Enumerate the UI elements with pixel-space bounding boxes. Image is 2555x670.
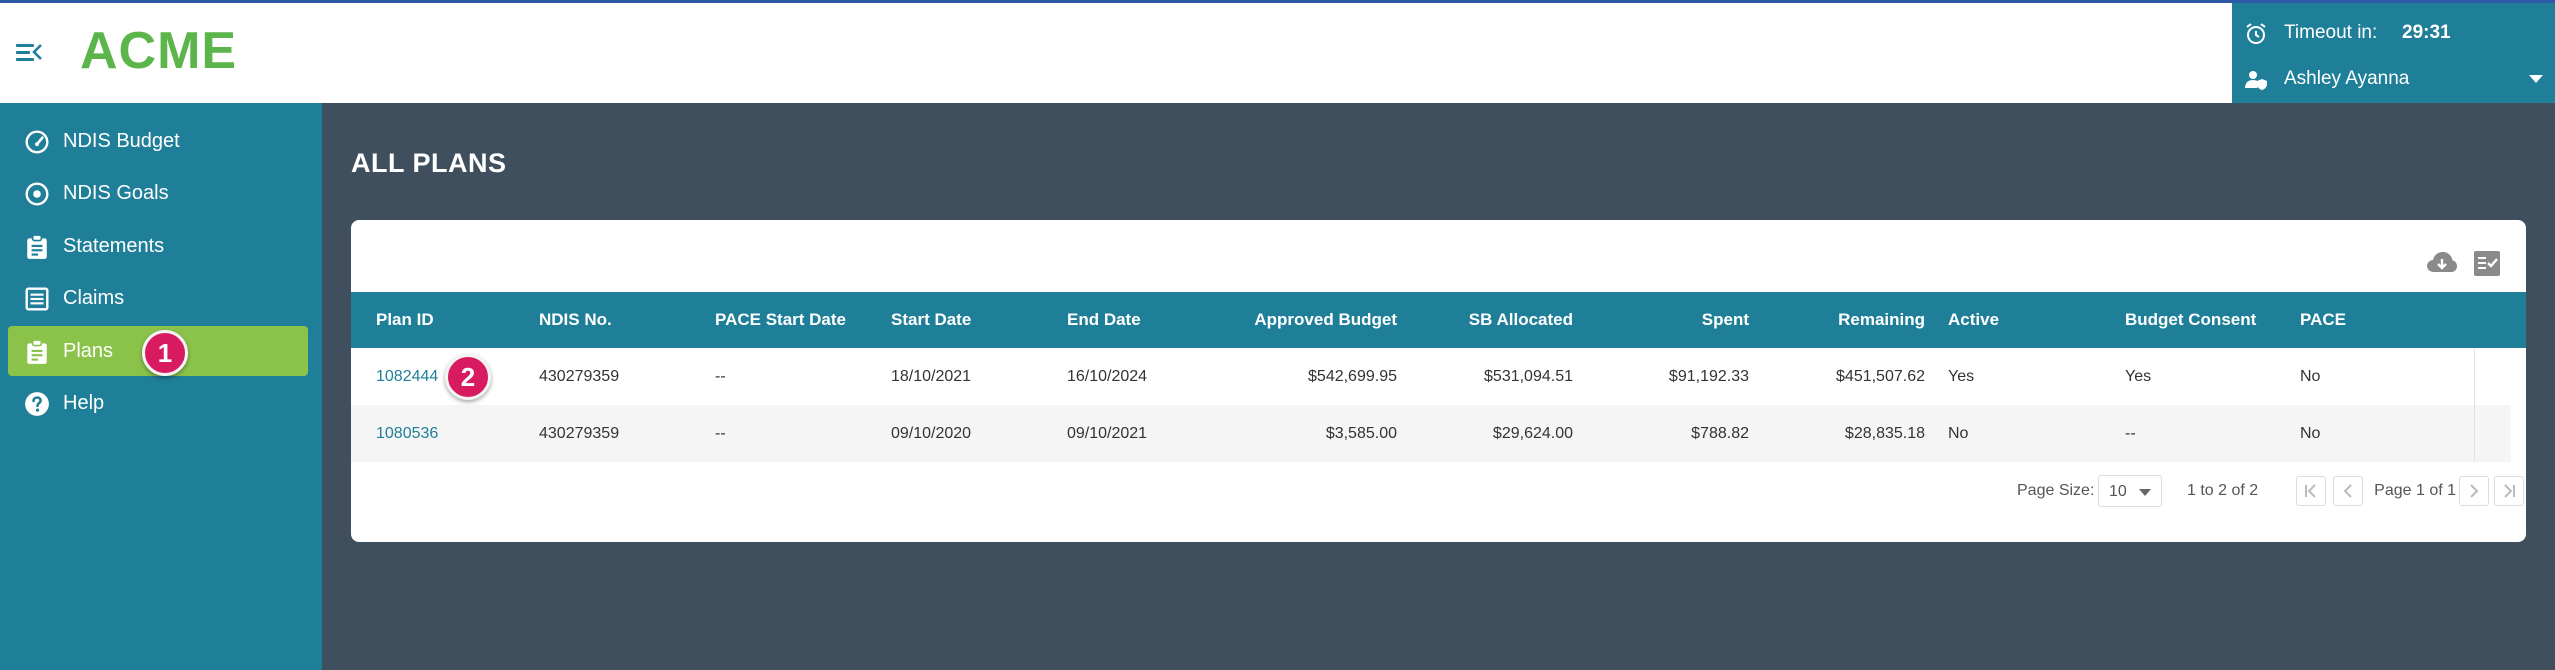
acme-logo[interactable]: ACME bbox=[80, 21, 237, 81]
page-size-value: 10 bbox=[2109, 483, 2127, 500]
sidebar-item-help[interactable]: Help bbox=[8, 378, 308, 428]
last-page-icon bbox=[2504, 484, 2515, 498]
user-row[interactable]: Ashley Ayanna bbox=[2232, 57, 2555, 101]
table-cell: -- bbox=[715, 368, 726, 385]
table-cell: -- bbox=[2125, 425, 2136, 442]
table-cell: $788.82 bbox=[1691, 425, 1749, 442]
table-cell: $3,585.00 bbox=[1325, 425, 1397, 442]
first-page-button[interactable] bbox=[2296, 476, 2326, 506]
table-cell: $451,507.62 bbox=[1836, 368, 1925, 385]
help-icon bbox=[25, 392, 49, 416]
pagination-bar: Page Size: 10 1 to 2 of 2 Page 1 of 1 bbox=[351, 470, 2526, 514]
step-marker-2: 2 bbox=[445, 354, 491, 400]
table-cell: No bbox=[2300, 425, 2321, 442]
menu-collapse-icon[interactable] bbox=[16, 41, 42, 63]
column-header[interactable]: NDIS No. bbox=[539, 292, 612, 348]
step-marker-1: 1 bbox=[142, 330, 188, 376]
plan-id-link[interactable]: 1080536 bbox=[376, 405, 438, 462]
table-cell: $91,192.33 bbox=[1668, 368, 1749, 385]
table-toolbar bbox=[2426, 250, 2504, 278]
table-row[interactable]: 1082444 430279359 -- 18/10/2021 16/10/20… bbox=[351, 348, 2511, 405]
column-header[interactable]: Budget Consent bbox=[2125, 292, 2256, 348]
app-header: ACME bbox=[0, 3, 2232, 103]
table-cell: Yes bbox=[2125, 368, 2152, 385]
sidebar-item-ndis-budget[interactable]: NDIS Budget bbox=[8, 116, 308, 166]
table-cell: 430279359 bbox=[539, 425, 620, 442]
table-cell: 09/10/2020 bbox=[891, 425, 972, 442]
column-chooser-icon[interactable] bbox=[2472, 250, 2504, 278]
user-menu-caret-icon[interactable] bbox=[2529, 75, 2543, 83]
page-indicator: Page 1 of 1 bbox=[2374, 482, 2456, 499]
table-header: Plan ID NDIS No. PACE Start Date Start D… bbox=[351, 292, 2526, 348]
alarm-clock-icon bbox=[2246, 23, 2266, 44]
sidebar: NDIS Budget NDIS Goals Statements Claims bbox=[0, 103, 322, 670]
table-cell: 16/10/2024 bbox=[1067, 368, 1148, 385]
column-header[interactable]: Remaining bbox=[1749, 292, 1925, 348]
column-header[interactable]: Plan ID bbox=[376, 292, 434, 348]
page-size-label: Page Size: bbox=[2017, 482, 2095, 499]
table-cell: Yes bbox=[1948, 368, 1975, 385]
last-page-button[interactable] bbox=[2494, 476, 2524, 506]
sidebar-item-label: NDIS Budget bbox=[63, 129, 180, 152]
plan-id-link[interactable]: 1082444 bbox=[376, 348, 438, 405]
table-cell: $531,094.51 bbox=[1484, 368, 1573, 385]
cloud-download-icon[interactable] bbox=[2426, 250, 2458, 278]
timeout-value: 29:31 bbox=[2402, 22, 2451, 43]
sidebar-item-label: Statements bbox=[63, 234, 165, 257]
user-shield-icon bbox=[2245, 71, 2267, 90]
column-header[interactable]: End Date bbox=[1067, 292, 1141, 348]
sidebar-item-claims[interactable]: Claims bbox=[8, 273, 308, 323]
column-header[interactable]: Approved Budget bbox=[1221, 292, 1397, 348]
table-cell: $28,835.18 bbox=[1844, 425, 1925, 442]
column-header[interactable]: Spent bbox=[1573, 292, 1749, 348]
table-cell: 09/10/2021 bbox=[1067, 425, 1148, 442]
column-header[interactable]: PACE bbox=[2300, 292, 2346, 348]
user-name: Ashley Ayanna bbox=[2284, 68, 2410, 89]
sidebar-item-label: Plans bbox=[63, 339, 114, 362]
table-cell: 430279359 bbox=[539, 368, 620, 385]
table-cell: No bbox=[1948, 425, 1969, 442]
table-cell: -- bbox=[715, 425, 726, 442]
speedometer-icon bbox=[25, 130, 49, 154]
scrollbar-divider bbox=[2474, 348, 2475, 462]
column-header[interactable]: PACE Start Date bbox=[715, 292, 846, 348]
next-page-button[interactable] bbox=[2459, 476, 2489, 506]
plans-table-card: Plan ID NDIS No. PACE Start Date Start D… bbox=[351, 220, 2526, 542]
table-cell: 18/10/2021 bbox=[891, 368, 972, 385]
page-title: ALL PLANS bbox=[351, 148, 507, 178]
target-icon bbox=[25, 182, 49, 206]
table-cell: $542,699.95 bbox=[1308, 368, 1397, 385]
sidebar-item-label: Help bbox=[63, 391, 105, 414]
clipboard-icon bbox=[27, 234, 47, 259]
sidebar-item-ndis-goals[interactable]: NDIS Goals bbox=[8, 168, 308, 218]
sidebar-item-statements[interactable]: Statements bbox=[8, 221, 308, 271]
sidebar-item-label: NDIS Goals bbox=[63, 181, 169, 204]
chevron-left-icon bbox=[2343, 484, 2352, 498]
sidebar-item-label: Claims bbox=[63, 286, 125, 309]
table-cell: No bbox=[2300, 368, 2321, 385]
table-row[interactable]: 1080536 430279359 -- 09/10/2020 09/10/20… bbox=[351, 405, 2511, 462]
record-range: 1 to 2 of 2 bbox=[2187, 482, 2259, 499]
column-header[interactable]: SB Allocated bbox=[1397, 292, 1573, 348]
timeout-row: Timeout in: 29:31 bbox=[2232, 11, 2555, 55]
chevron-down-icon bbox=[2139, 489, 2151, 496]
table-cell: $29,624.00 bbox=[1492, 425, 1573, 442]
session-panel: Timeout in: 29:31 Ashley Ayanna bbox=[2232, 3, 2555, 103]
timeout-label: Timeout in: bbox=[2284, 22, 2378, 43]
column-header[interactable]: Start Date bbox=[891, 292, 971, 348]
first-page-icon bbox=[2305, 484, 2316, 498]
column-header[interactable]: Active bbox=[1948, 292, 1999, 348]
chevron-right-icon bbox=[2470, 484, 2479, 498]
clipboard-check-icon bbox=[27, 339, 47, 364]
page-size-select[interactable]: 10 bbox=[2098, 475, 2162, 507]
list-icon bbox=[25, 287, 49, 311]
